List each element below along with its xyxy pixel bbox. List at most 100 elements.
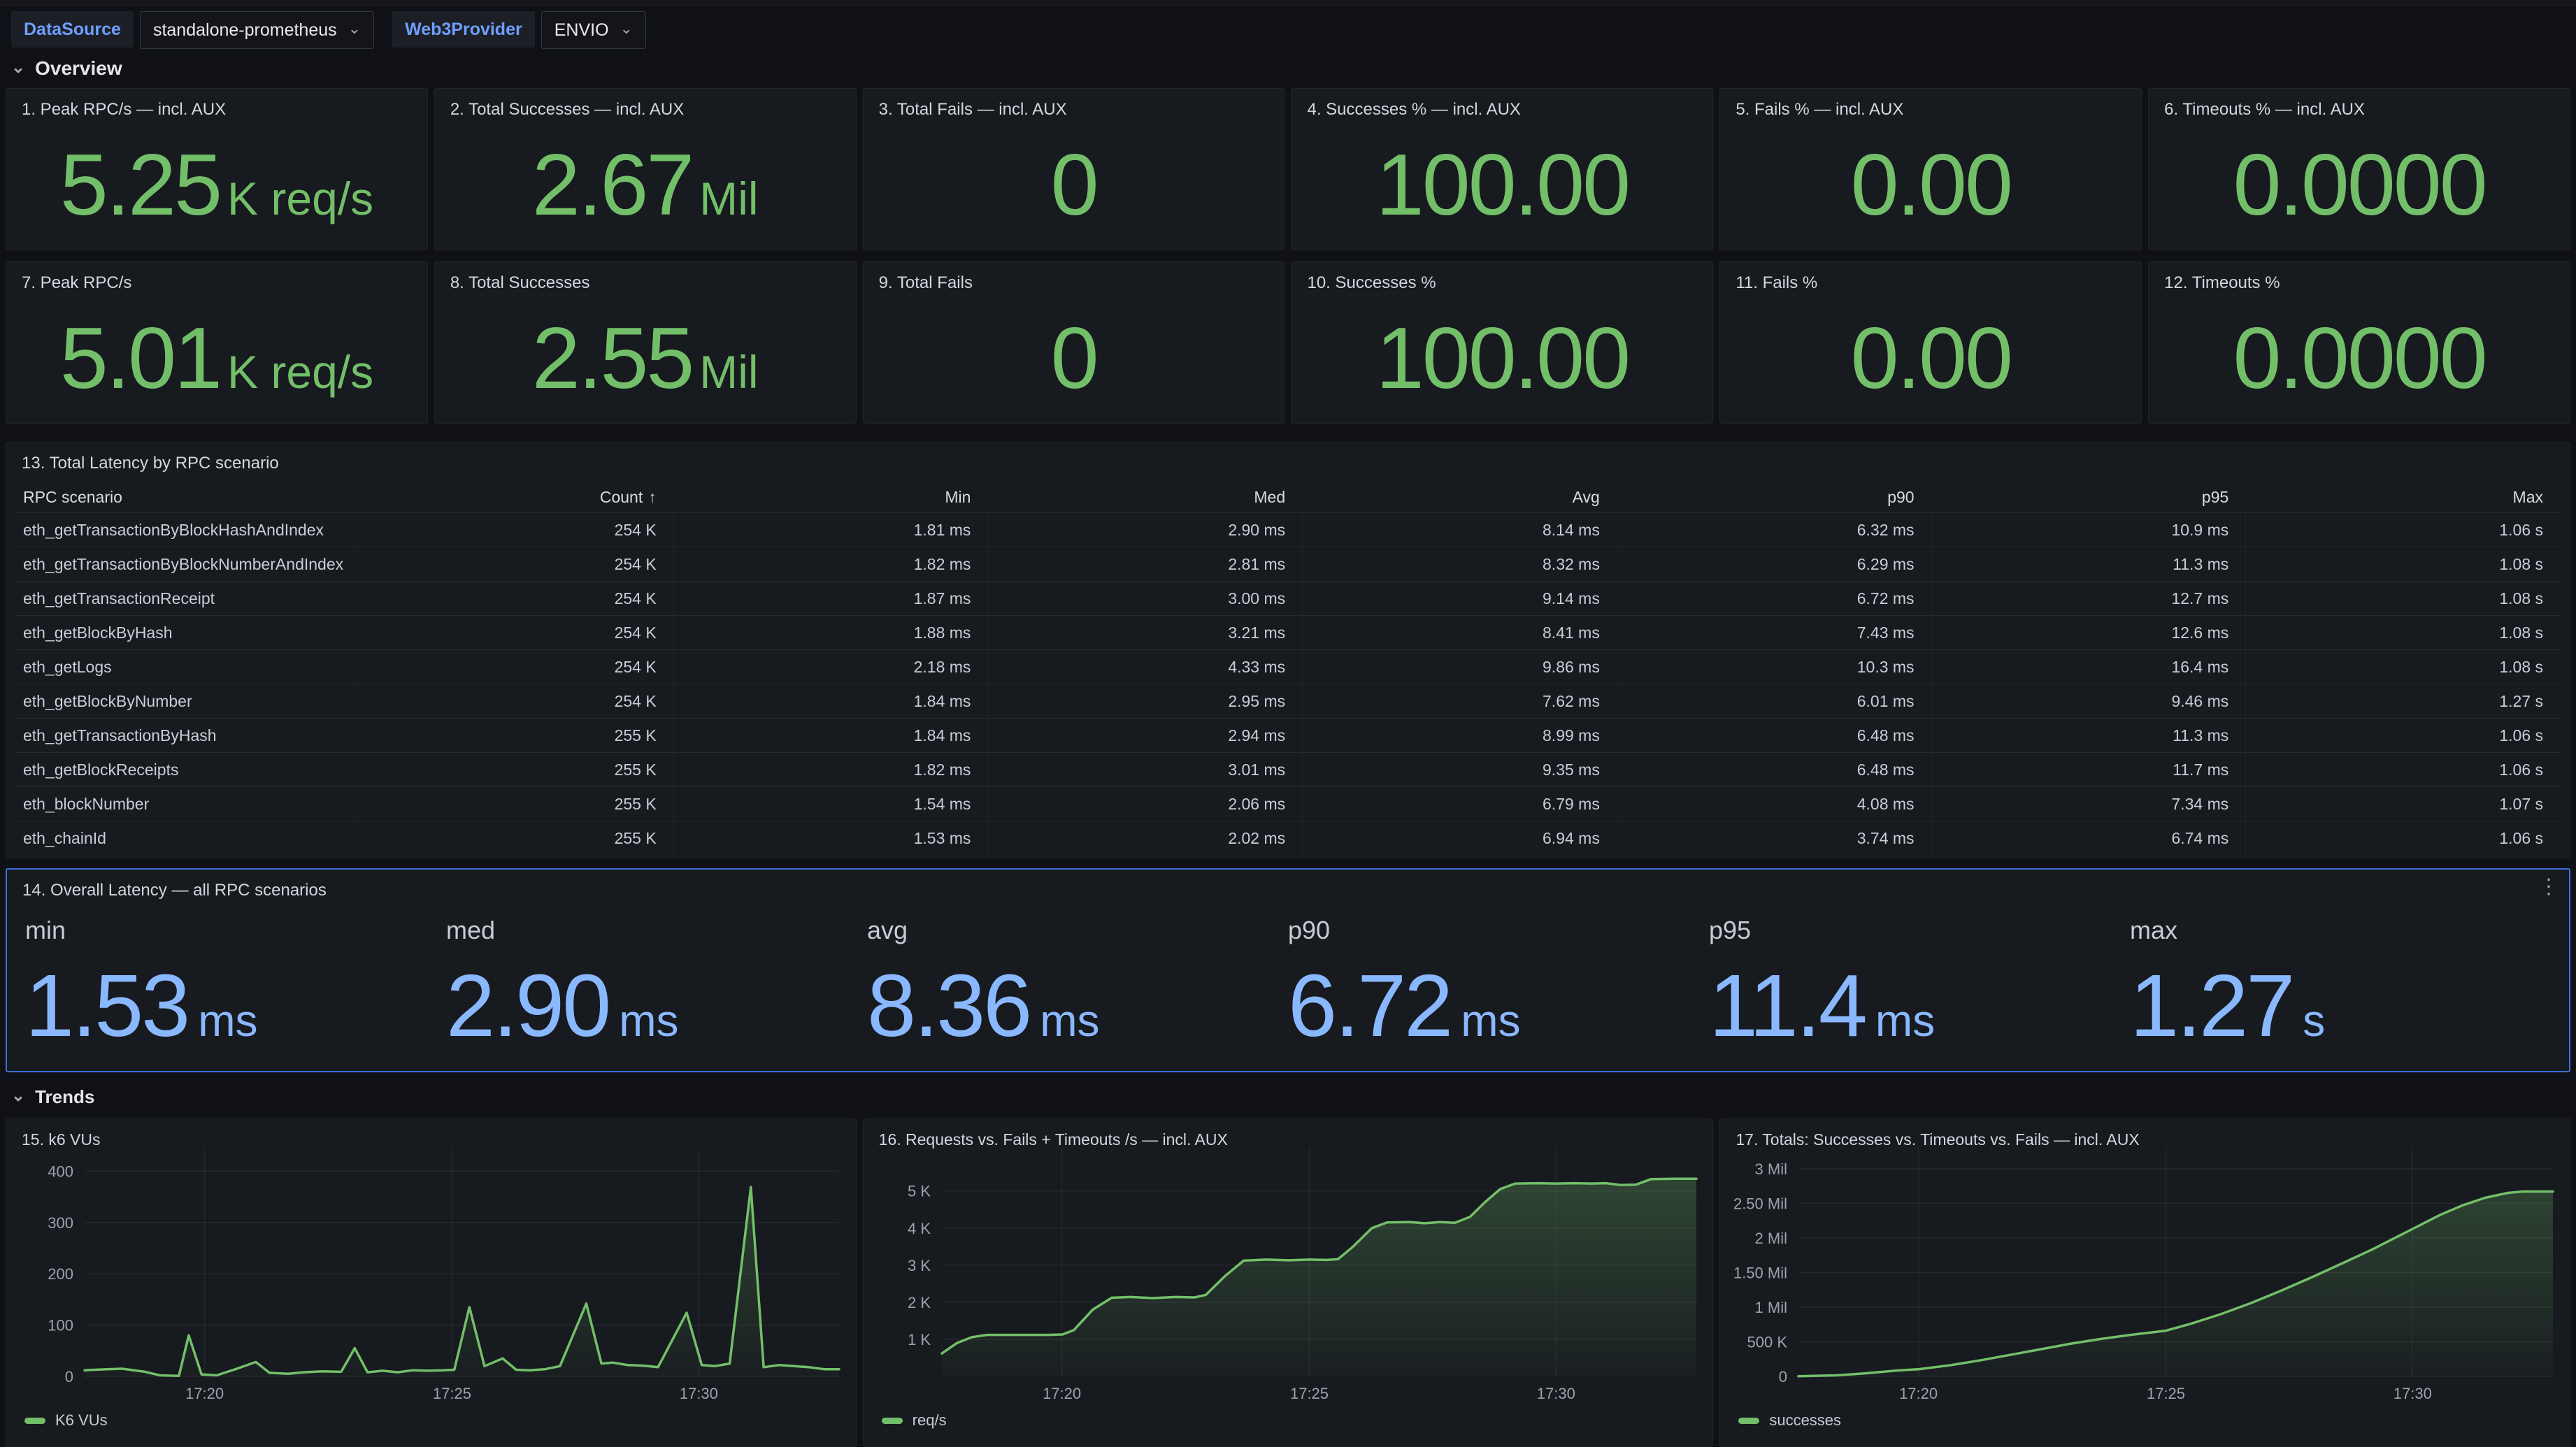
stat-label: avg bbox=[867, 916, 1288, 945]
section-header-trends[interactable]: ⌄ Trends bbox=[11, 1086, 94, 1108]
table-column-header[interactable]: p90 bbox=[1617, 488, 1931, 507]
metric-cell: 254 K bbox=[359, 513, 673, 547]
stat-number: 6.72 bbox=[1288, 962, 1451, 1050]
stat-value: 0.00 bbox=[1851, 315, 2011, 402]
stat-value: 100.00 bbox=[1376, 142, 1629, 229]
metric-cell: 254 K bbox=[359, 684, 673, 718]
stat-panel: 9. Total Fails0 bbox=[863, 261, 1285, 424]
metric-cell: 6.29 ms bbox=[1617, 547, 1931, 581]
stat-value: 5.25K req/s bbox=[60, 142, 373, 229]
chart-canvas: 1 K2 K3 K4 K5 K17:2017:2517:30 bbox=[864, 1119, 1713, 1447]
metric-cell: 255 K bbox=[359, 719, 673, 752]
stat-panel: 4. Successes % — incl. AUX100.00 bbox=[1291, 88, 1713, 250]
metric-cell: 8.41 ms bbox=[1302, 616, 1617, 649]
stat-value: 2.67Mil bbox=[532, 142, 759, 229]
metric-cell: 8.32 ms bbox=[1302, 547, 1617, 581]
section-title: Trends bbox=[35, 1086, 94, 1108]
metric-cell: 3.74 ms bbox=[1617, 821, 1931, 855]
metric-cell: 1.08 s bbox=[2245, 582, 2560, 615]
series-area bbox=[85, 1187, 839, 1376]
x-axis-tick: 17:30 bbox=[1536, 1385, 1575, 1402]
rpc-scenario-cell: eth_blockNumber bbox=[16, 795, 359, 814]
datasource-variable-select[interactable]: standalone-prometheus ⌄ bbox=[140, 11, 374, 49]
table-column-header[interactable]: Count↑ bbox=[359, 488, 673, 507]
y-axis-tick: 3 K bbox=[908, 1257, 931, 1274]
stat-unit: ms bbox=[1040, 998, 1099, 1043]
stat-number: 0.00 bbox=[1851, 142, 2011, 229]
metric-cell: 1.07 s bbox=[2245, 787, 2560, 821]
panel-title[interactable]: 17. Totals: Successes vs. Timeouts vs. F… bbox=[1736, 1130, 2139, 1149]
table-column-header[interactable]: Avg bbox=[1302, 488, 1617, 507]
chevron-down-icon: ⌄ bbox=[11, 57, 25, 78]
legend-item[interactable]: successes bbox=[1738, 1411, 1841, 1430]
metric-cell: 1.82 ms bbox=[673, 547, 988, 581]
stat-unit: Mil bbox=[699, 349, 758, 395]
panel-title[interactable]: 15. k6 VUs bbox=[22, 1130, 101, 1149]
sort-ascending-icon: ↑ bbox=[648, 488, 657, 506]
overall-latency-panel: 14. Overall Latency — all RPC scenarios … bbox=[6, 868, 2570, 1072]
table-body: eth_getTransactionByBlockHashAndIndex254… bbox=[16, 512, 2560, 855]
chevron-down-icon: ⌄ bbox=[620, 20, 633, 38]
metric-cell: 7.43 ms bbox=[1617, 616, 1931, 649]
metric-cell: 6.48 ms bbox=[1617, 753, 1931, 786]
stat-label: max bbox=[2130, 916, 2551, 945]
y-axis-tick: 1 Mil bbox=[1755, 1299, 1787, 1316]
stat-number: 0.00 bbox=[1851, 315, 2011, 402]
stat-number: 0 bbox=[1051, 315, 1097, 402]
rpc-scenario-cell: eth_getBlockByHash bbox=[16, 624, 359, 642]
metric-cell: 4.33 ms bbox=[987, 650, 1302, 684]
table-column-header[interactable]: Min bbox=[673, 488, 988, 507]
provider-variable-select[interactable]: ENVIO ⌄ bbox=[541, 11, 646, 49]
table-row: eth_getBlockByHash254 K1.88 ms3.21 ms8.4… bbox=[16, 615, 2560, 649]
table-row: eth_getLogs254 K2.18 ms4.33 ms9.86 ms10.… bbox=[16, 649, 2560, 684]
table-row: eth_getTransactionByBlockNumberAndIndex2… bbox=[16, 547, 2560, 581]
metric-cell: 1.84 ms bbox=[673, 719, 988, 752]
y-axis-tick: 300 bbox=[48, 1214, 73, 1232]
stat-value: 0 bbox=[1051, 315, 1097, 402]
overall-latency-stats: min1.53msmed2.90msavg8.36msp906.72msp951… bbox=[25, 916, 2551, 1050]
metric-cell: 4.08 ms bbox=[1617, 787, 1931, 821]
stat-number: 1.27 bbox=[2130, 962, 2293, 1050]
stat-value: 100.00 bbox=[1376, 315, 1629, 402]
metric-cell: 1.84 ms bbox=[673, 684, 988, 718]
panel-menu-kebab-icon[interactable]: ⋮ bbox=[2538, 877, 2559, 898]
stat-unit: K req/s bbox=[227, 175, 373, 222]
panel-title[interactable]: 16. Requests vs. Fails + Timeouts /s — i… bbox=[879, 1130, 1228, 1149]
metric-cell: 1.82 ms bbox=[673, 753, 988, 786]
metric-cell: 1.08 s bbox=[2245, 650, 2560, 684]
stat-panel: 12. Timeouts %0.0000 bbox=[2148, 261, 2570, 424]
table-column-header[interactable]: RPC scenario bbox=[16, 488, 359, 507]
metric-cell: 1.06 s bbox=[2245, 753, 2560, 786]
x-axis-tick: 17:20 bbox=[1899, 1385, 1938, 1402]
y-axis-tick: 2 Mil bbox=[1755, 1230, 1787, 1247]
provider-variable-value: ENVIO bbox=[554, 20, 609, 41]
metric-cell: 7.62 ms bbox=[1302, 684, 1617, 718]
panel-title[interactable]: 13. Total Latency by RPC scenario bbox=[6, 442, 2570, 484]
overall-stat: max1.27s bbox=[2130, 916, 2551, 1050]
table-column-header[interactable]: p95 bbox=[1931, 488, 2246, 507]
chart-canvas: 0500 K1 Mil1.50 Mil2 Mil2.50 Mil3 Mil17:… bbox=[1720, 1119, 2570, 1447]
metric-cell: 6.48 ms bbox=[1617, 719, 1931, 752]
rpc-scenario-cell: eth_getTransactionByBlockNumberAndIndex bbox=[16, 555, 359, 574]
datasource-variable-label: DataSource bbox=[11, 11, 134, 48]
stat-value: 0.00 bbox=[1851, 142, 2011, 229]
y-axis-tick: 3 Mil bbox=[1755, 1160, 1787, 1178]
rpc-scenario-cell: eth_getLogs bbox=[16, 658, 359, 677]
panel-title[interactable]: 14. Overall Latency — all RPC scenarios bbox=[7, 870, 2569, 912]
metric-cell: 9.86 ms bbox=[1302, 650, 1617, 684]
y-axis-tick: 1.50 Mil bbox=[1733, 1264, 1787, 1281]
chart-canvas: 010020030040017:2017:2517:30 bbox=[6, 1119, 856, 1447]
metric-cell: 1.08 s bbox=[2245, 616, 2560, 649]
table-column-header[interactable]: Med bbox=[987, 488, 1302, 507]
x-axis-tick: 17:30 bbox=[680, 1385, 718, 1402]
variable-datasource: DataSource standalone-prometheus ⌄ bbox=[11, 11, 374, 49]
legend-color-chip bbox=[24, 1418, 45, 1424]
section-header-overview[interactable]: ⌄ Overview bbox=[11, 57, 122, 80]
chevron-down-icon: ⌄ bbox=[348, 20, 361, 38]
legend-label: K6 VUs bbox=[55, 1411, 108, 1430]
table-column-header[interactable]: Max bbox=[2245, 488, 2560, 507]
stat-value: 5.01K req/s bbox=[60, 315, 373, 402]
stat-label: p95 bbox=[1709, 916, 2130, 945]
legend-item[interactable]: K6 VUs bbox=[24, 1411, 108, 1430]
legend-item[interactable]: req/s bbox=[882, 1411, 947, 1430]
